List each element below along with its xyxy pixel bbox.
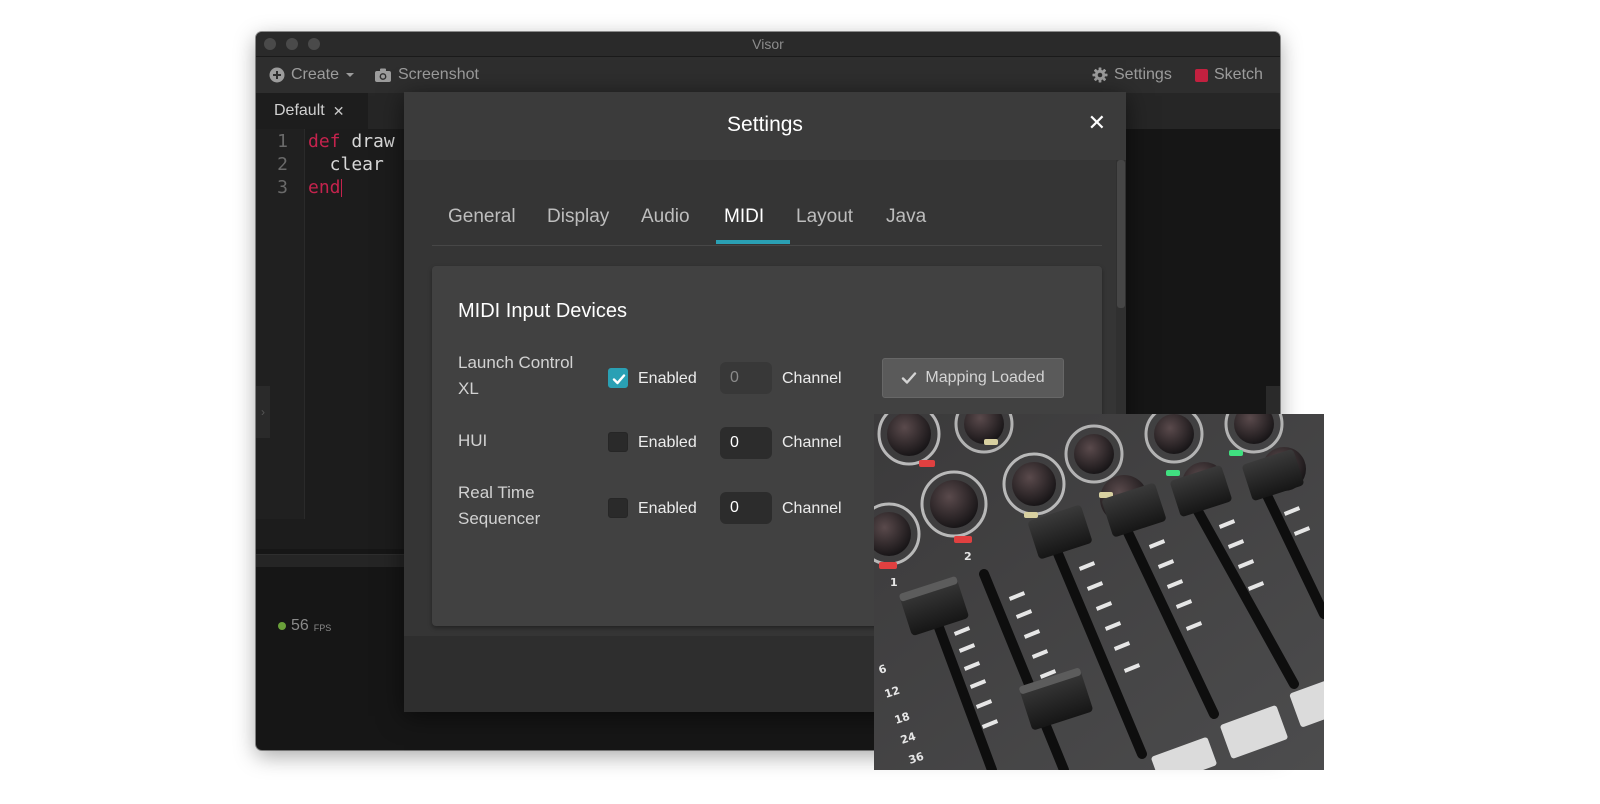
create-button[interactable]: Create xyxy=(269,66,355,84)
tab-java[interactable]: Java xyxy=(886,206,926,228)
title-bar: Visor xyxy=(256,32,1280,57)
create-label: Create xyxy=(291,66,340,83)
settings-button[interactable]: Settings xyxy=(1092,66,1172,84)
dialog-title: Settings xyxy=(727,113,803,136)
active-tab-indicator xyxy=(716,240,790,244)
mapping-loaded-button[interactable]: Mapping Loaded xyxy=(882,358,1064,398)
device-name: Launch Control XL xyxy=(458,353,574,398)
tab-midi[interactable]: MIDI xyxy=(724,206,764,228)
device-name: HUI xyxy=(458,431,488,450)
plus-circle-icon xyxy=(269,67,285,83)
dialog-header: Settings ✕ xyxy=(404,92,1126,160)
channel-number: 2 xyxy=(964,550,972,563)
tab-general[interactable]: General xyxy=(448,206,516,228)
text-cursor xyxy=(340,179,342,197)
camera-icon xyxy=(375,68,391,82)
channel-number: 1 xyxy=(890,576,898,589)
code-text: clear xyxy=(308,154,384,175)
line-number: 3 xyxy=(277,177,288,198)
window-title: Visor xyxy=(752,36,784,52)
toolbar: Create Screenshot Settings Sketch xyxy=(256,57,1280,93)
fps-unit: FPS xyxy=(313,623,332,633)
channel-input[interactable]: 0 xyxy=(720,427,772,459)
channel-input[interactable]: 0 xyxy=(720,362,772,394)
code-keyword: end xyxy=(308,177,341,198)
enabled-checkbox[interactable] xyxy=(608,368,628,388)
fps-indicator: 56 FPS xyxy=(278,617,331,635)
code-text: draw xyxy=(340,131,395,152)
enabled-label: Enabled xyxy=(638,434,697,451)
device-name: Real Time Sequencer xyxy=(458,483,541,528)
close-icon[interactable]: ✕ xyxy=(1088,112,1106,134)
screenshot-label: Screenshot xyxy=(398,66,479,83)
code-keyword: def xyxy=(308,131,341,152)
line-number: 1 xyxy=(277,131,288,152)
gear-icon xyxy=(1092,67,1108,83)
settings-tabs: General Display Audio MIDI Layout Java xyxy=(432,200,1102,246)
tab-display[interactable]: Display xyxy=(547,206,609,228)
close-icon[interactable]: ✕ xyxy=(333,103,345,120)
sketch-button[interactable]: Sketch xyxy=(1195,66,1263,84)
fps-value: 56 xyxy=(291,617,309,634)
channel-input[interactable]: 0 xyxy=(720,492,772,524)
checkmark-icon xyxy=(902,372,917,384)
line-number: 2 xyxy=(277,154,288,175)
caret-down-icon xyxy=(346,73,355,77)
enabled-checkbox[interactable] xyxy=(608,498,628,518)
enabled-label: Enabled xyxy=(638,370,697,387)
screenshot-button[interactable]: Screenshot xyxy=(374,66,479,84)
tab-default[interactable]: Default ✕ xyxy=(256,93,368,129)
tab-audio[interactable]: Audio xyxy=(641,206,690,228)
enabled-label: Enabled xyxy=(638,500,697,517)
midi-controller-illustration: 1 2 6 12 18 24 36 xyxy=(874,414,1324,770)
chevron-right-icon[interactable]: › xyxy=(256,386,270,438)
channel-label: Channel xyxy=(782,370,842,387)
channel-label: Channel xyxy=(782,434,842,451)
section-title: MIDI Input Devices xyxy=(458,300,627,322)
checkmark-icon xyxy=(612,374,626,385)
settings-label: Settings xyxy=(1114,66,1172,83)
mapping-label: Mapping Loaded xyxy=(925,369,1045,386)
scroll-thumb[interactable] xyxy=(1117,160,1125,308)
midi-controller-photo: 1 2 6 12 18 24 36 xyxy=(874,414,1324,770)
stop-square-icon xyxy=(1195,68,1208,82)
tab-label: Default xyxy=(274,102,325,119)
sketch-label: Sketch xyxy=(1214,66,1263,83)
channel-label: Channel xyxy=(782,500,842,517)
status-dot-icon xyxy=(278,622,286,630)
tab-layout[interactable]: Layout xyxy=(796,206,853,228)
enabled-checkbox[interactable] xyxy=(608,432,628,452)
